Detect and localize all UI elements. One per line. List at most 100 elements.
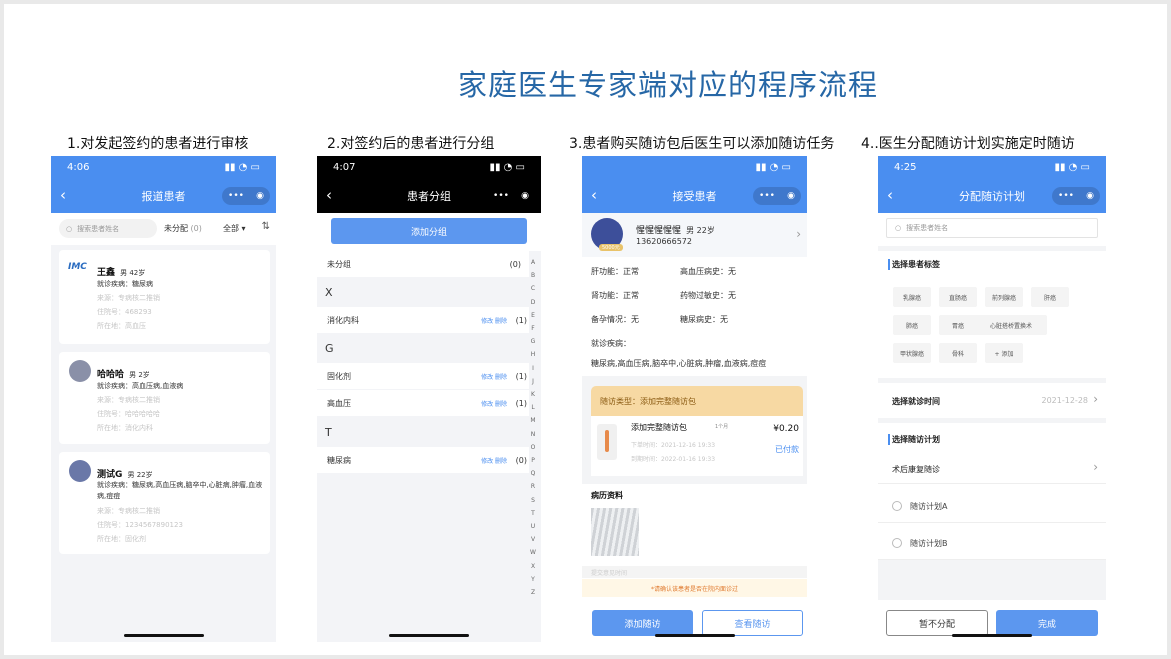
radio-button[interactable]: [892, 538, 902, 548]
mini-program-capsule[interactable]: ••• ◉: [222, 187, 270, 205]
index-letter[interactable]: J: [529, 375, 537, 388]
tag-chip[interactable]: 前列腺癌: [985, 287, 1023, 307]
status-time: 4:07: [333, 162, 356, 173]
patient-source: 来源：专病核二推销: [97, 396, 160, 404]
index-letter[interactable]: B: [529, 269, 537, 282]
patient-summary[interactable]: 5000元 惺惺惺惺惺 男 22岁 13620666572 ›: [582, 213, 807, 257]
mini-program-capsule[interactable]: ••• ◉: [487, 187, 535, 205]
hospital-logo: IMC: [68, 262, 87, 272]
index-letter[interactable]: U: [529, 520, 537, 533]
tag-chip[interactable]: 直肠癌: [939, 287, 977, 307]
search-input[interactable]: ○ 搜索患者姓名: [59, 219, 157, 238]
view-followup-button[interactable]: 查看随访: [702, 610, 803, 636]
back-icon[interactable]: ‹: [887, 186, 893, 204]
back-icon[interactable]: ‹: [326, 186, 332, 204]
package-section: 随访类型：添加完整随访包 添加完整随访包 1个月 ¥0.20 下单时间：2021…: [582, 376, 807, 484]
more-icon[interactable]: •••: [1058, 191, 1074, 201]
nav-bar: ‹ 患者分组 ••• ◉: [317, 179, 541, 213]
group-row-ungrouped[interactable]: 未分组 (0): [317, 251, 529, 277]
index-letter[interactable]: F: [529, 322, 537, 335]
index-letter[interactable]: I: [529, 362, 537, 375]
back-icon[interactable]: ‹: [60, 186, 66, 204]
index-letter[interactable]: E: [529, 309, 537, 322]
package-card[interactable]: 添加完整随访包 1个月 ¥0.20 下单时间：2021-12-16 19:33 …: [591, 416, 803, 476]
mini-program-capsule[interactable]: ••• ◉: [1052, 187, 1100, 205]
index-letter[interactable]: O: [529, 441, 537, 454]
close-icon[interactable]: ◉: [256, 191, 264, 201]
index-letter[interactable]: N: [529, 428, 537, 441]
plan-option-row[interactable]: 随访计划B: [878, 526, 1106, 560]
group-row[interactable]: 糖尿病 修改 删除 (0): [317, 447, 529, 473]
index-letter[interactable]: X: [529, 560, 537, 573]
group-letter-header: T: [325, 426, 332, 439]
filter-bar: ○ 搜索患者姓名 未分配 (0) 全部 ▾ ⇅: [51, 213, 276, 245]
divider: [878, 560, 1106, 600]
index-letter[interactable]: W: [529, 546, 537, 559]
close-icon[interactable]: ◉: [787, 191, 795, 201]
index-letter[interactable]: R: [529, 480, 537, 493]
index-letter[interactable]: C: [529, 282, 537, 295]
add-group-button[interactable]: 添加分组: [331, 218, 527, 244]
tag-chip[interactable]: 肝癌: [1031, 287, 1069, 307]
plan-type-row[interactable]: 术后康复随诊 ›: [878, 454, 1106, 484]
tag-chip[interactable]: 乳腺癌: [893, 287, 931, 307]
edit-delete-links[interactable]: 修改 删除: [481, 456, 507, 465]
done-button[interactable]: 完成: [996, 610, 1098, 636]
more-icon[interactable]: •••: [493, 191, 509, 201]
patient-card[interactable]: IMC 王鑫 男 42岁 就诊疾病：糖尿病 来源：专病核二推销 住院号：4682…: [59, 250, 270, 344]
close-icon[interactable]: ◉: [521, 191, 529, 201]
index-letter[interactable]: Q: [529, 467, 537, 480]
index-letter[interactable]: H: [529, 348, 537, 361]
index-letter[interactable]: M: [529, 414, 537, 427]
index-letter[interactable]: G: [529, 335, 537, 348]
patient-card[interactable]: 测试G 男 22岁 就诊疾病：糖尿病,高血压病,脑卒中,心脏病,肿瘤,血液病,痘…: [59, 452, 270, 554]
close-icon[interactable]: ◉: [1086, 191, 1094, 201]
tag-chip[interactable]: 甲状腺癌: [893, 343, 931, 363]
tag-chip[interactable]: 肺癌: [893, 315, 931, 335]
filter-unassigned[interactable]: 未分配 (0): [164, 223, 202, 234]
phone-screen-assign-plan: 4:25 ▮▮ ◔ ▭ ‹ 分配随访计划 ••• ◉ ○ 搜索患者姓名 选择患者标签 …: [878, 156, 1106, 642]
patient-card[interactable]: 哈哈哈 男 2岁 就诊疾病：高血压病,血液病 来源：专病核二推销 住院号：哈哈哈…: [59, 352, 270, 444]
group-letter-header: X: [325, 286, 333, 299]
mini-program-capsule[interactable]: ••• ◉: [753, 187, 801, 205]
group-row[interactable]: 消化内科 修改 删除 (1): [317, 307, 529, 333]
skip-assign-button[interactable]: 暂不分配: [886, 610, 988, 636]
index-letter[interactable]: T: [529, 507, 537, 520]
submit-time-hint: 提交意见时间: [582, 566, 807, 578]
group-name: 糖尿病: [327, 455, 351, 465]
group-count: (0): [515, 455, 527, 465]
search-input[interactable]: ○ 搜索患者姓名: [886, 218, 1098, 238]
edit-delete-links[interactable]: 修改 删除: [481, 399, 507, 408]
index-letter[interactable]: P: [529, 454, 537, 467]
group-row[interactable]: 高血压 修改 删除 (1): [317, 390, 529, 416]
tag-chip[interactable]: 骨科: [939, 343, 977, 363]
add-followup-button[interactable]: 添加随访: [592, 610, 693, 636]
edit-delete-links[interactable]: 修改 删除: [481, 316, 507, 325]
index-letter[interactable]: Y: [529, 573, 537, 586]
visit-time-row[interactable]: 选择就诊时间 2021-12-28 ›: [878, 384, 1106, 418]
tag-chip[interactable]: 胃癌: [939, 315, 977, 335]
filter-all-dropdown[interactable]: 全部 ▾: [223, 223, 246, 234]
alphabet-index[interactable]: ABCDEFGHIJKLMNOPQRSTUVWXYZ: [529, 256, 537, 599]
tag-chip[interactable]: 心脏搭桥置换术: [975, 315, 1047, 335]
index-letter[interactable]: V: [529, 533, 537, 546]
status-bar: ▮▮ ◔ ▭: [582, 156, 807, 179]
add-tag-button[interactable]: + 添加: [985, 343, 1023, 363]
index-letter[interactable]: K: [529, 388, 537, 401]
index-letter[interactable]: S: [529, 494, 537, 507]
nav-title: 接受患者: [672, 190, 717, 203]
more-icon[interactable]: •••: [759, 191, 775, 201]
sort-icon[interactable]: ⇅: [262, 221, 270, 232]
group-row[interactable]: 固化剂 修改 删除 (1): [317, 363, 529, 389]
back-icon[interactable]: ‹: [591, 186, 597, 204]
edit-delete-links[interactable]: 修改 删除: [481, 372, 507, 381]
index-letter[interactable]: A: [529, 256, 537, 269]
index-letter[interactable]: Z: [529, 586, 537, 599]
more-icon[interactable]: •••: [228, 191, 244, 201]
plan-option-row[interactable]: 随访计划A: [878, 489, 1106, 523]
visit-time-label: 选择就诊时间: [892, 397, 940, 406]
index-letter[interactable]: L: [529, 401, 537, 414]
radio-button[interactable]: [892, 501, 902, 511]
medical-record-thumbnail[interactable]: [591, 508, 639, 556]
index-letter[interactable]: D: [529, 296, 537, 309]
